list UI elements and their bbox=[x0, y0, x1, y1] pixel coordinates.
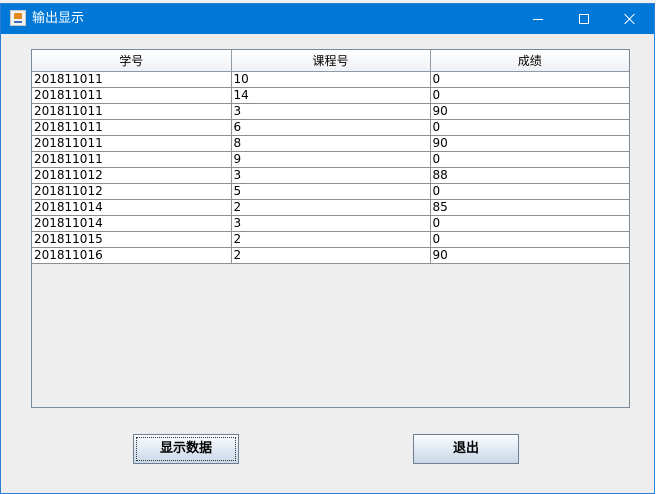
table-row[interactable]: 201811011 8 90 bbox=[32, 135, 629, 152]
minimize-button[interactable] bbox=[515, 4, 561, 34]
window-title: 输出显示 bbox=[32, 11, 85, 26]
minimize-icon bbox=[533, 19, 543, 20]
cell-student-id[interactable]: 201811011 bbox=[32, 135, 232, 152]
cell-course-id[interactable]: 5 bbox=[231, 183, 431, 200]
table-scroll-pane[interactable]: 学号 课程号 成绩 201811011 10 0 201811011 14 0 201811… bbox=[31, 49, 630, 408]
cell-student-id[interactable]: 201811011 bbox=[32, 151, 232, 168]
cell-score[interactable]: 0 bbox=[430, 119, 629, 136]
column-header-course-id[interactable]: 课程号 bbox=[231, 50, 431, 72]
cell-student-id[interactable]: 201811012 bbox=[32, 167, 232, 184]
close-button[interactable] bbox=[607, 4, 655, 34]
cell-student-id[interactable]: 201811015 bbox=[32, 231, 232, 248]
table-row[interactable]: 201811014 3 0 bbox=[32, 215, 629, 232]
cell-course-id[interactable]: 6 bbox=[231, 119, 431, 136]
cell-course-id[interactable]: 8 bbox=[231, 135, 431, 152]
table-row[interactable]: 201811014 2 85 bbox=[32, 199, 629, 216]
cell-student-id[interactable]: 201811011 bbox=[32, 119, 232, 136]
cell-score[interactable]: 0 bbox=[430, 231, 629, 248]
cell-score[interactable]: 0 bbox=[430, 215, 629, 232]
table-row[interactable]: 201811011 9 0 bbox=[32, 151, 629, 168]
java-app-icon bbox=[10, 10, 26, 26]
maximize-button[interactable] bbox=[561, 4, 607, 34]
cell-score[interactable]: 88 bbox=[430, 167, 629, 184]
output-window: 输出显示 学号 课程号 成绩 201811011 10 0 201811011 14 0 2… bbox=[0, 3, 655, 494]
column-header-score[interactable]: 成绩 bbox=[430, 50, 629, 72]
close-icon bbox=[624, 13, 636, 25]
cell-course-id[interactable]: 10 bbox=[231, 71, 431, 88]
cell-score[interactable]: 90 bbox=[430, 103, 629, 120]
table-body: 201811011 10 0 201811011 14 0 201811011 3 90 2018… bbox=[32, 71, 629, 264]
table-row[interactable]: 201811011 6 0 bbox=[32, 119, 629, 136]
table-row[interactable]: 201811015 2 0 bbox=[32, 231, 629, 248]
cell-student-id[interactable]: 201811011 bbox=[32, 87, 232, 104]
table-row[interactable]: 201811012 5 0 bbox=[32, 183, 629, 200]
column-header-student-id[interactable]: 学号 bbox=[32, 50, 232, 72]
table-row[interactable]: 201811011 10 0 bbox=[32, 71, 629, 88]
table-row[interactable]: 201811016 2 90 bbox=[32, 247, 629, 264]
cell-course-id[interactable]: 3 bbox=[231, 167, 431, 184]
cell-student-id[interactable]: 201811014 bbox=[32, 215, 232, 232]
cell-score[interactable]: 85 bbox=[430, 199, 629, 216]
cell-student-id[interactable]: 201811016 bbox=[32, 247, 232, 264]
title-bar[interactable]: 输出显示 bbox=[1, 4, 654, 34]
cell-student-id[interactable]: 201811014 bbox=[32, 199, 232, 216]
table-row[interactable]: 201811011 14 0 bbox=[32, 87, 629, 104]
cell-course-id[interactable]: 3 bbox=[231, 215, 431, 232]
score-table: 学号 课程号 成绩 201811011 10 0 201811011 14 0 201811… bbox=[32, 50, 629, 264]
show-data-label: 显示数据 bbox=[136, 437, 236, 461]
cell-score[interactable]: 0 bbox=[430, 87, 629, 104]
cell-score[interactable]: 90 bbox=[430, 247, 629, 264]
cell-score[interactable]: 90 bbox=[430, 135, 629, 152]
cell-student-id[interactable]: 201811011 bbox=[32, 71, 232, 88]
table-row[interactable]: 201811012 3 88 bbox=[32, 167, 629, 184]
cell-score[interactable]: 0 bbox=[430, 151, 629, 168]
cell-course-id[interactable]: 2 bbox=[231, 247, 431, 264]
exit-button[interactable]: 退出 bbox=[413, 434, 519, 464]
table-row[interactable]: 201811011 3 90 bbox=[32, 103, 629, 120]
cell-course-id[interactable]: 9 bbox=[231, 151, 431, 168]
cell-student-id[interactable]: 201811011 bbox=[32, 103, 232, 120]
table-header-row: 学号 课程号 成绩 bbox=[32, 50, 629, 72]
cell-score[interactable]: 0 bbox=[430, 71, 629, 88]
cell-course-id[interactable]: 2 bbox=[231, 199, 431, 216]
cell-student-id[interactable]: 201811012 bbox=[32, 183, 232, 200]
show-data-button[interactable]: 显示数据 bbox=[133, 434, 239, 464]
cell-course-id[interactable]: 3 bbox=[231, 103, 431, 120]
cell-course-id[interactable]: 14 bbox=[231, 87, 431, 104]
cell-course-id[interactable]: 2 bbox=[231, 231, 431, 248]
cell-score[interactable]: 0 bbox=[430, 183, 629, 200]
maximize-icon bbox=[579, 14, 589, 24]
